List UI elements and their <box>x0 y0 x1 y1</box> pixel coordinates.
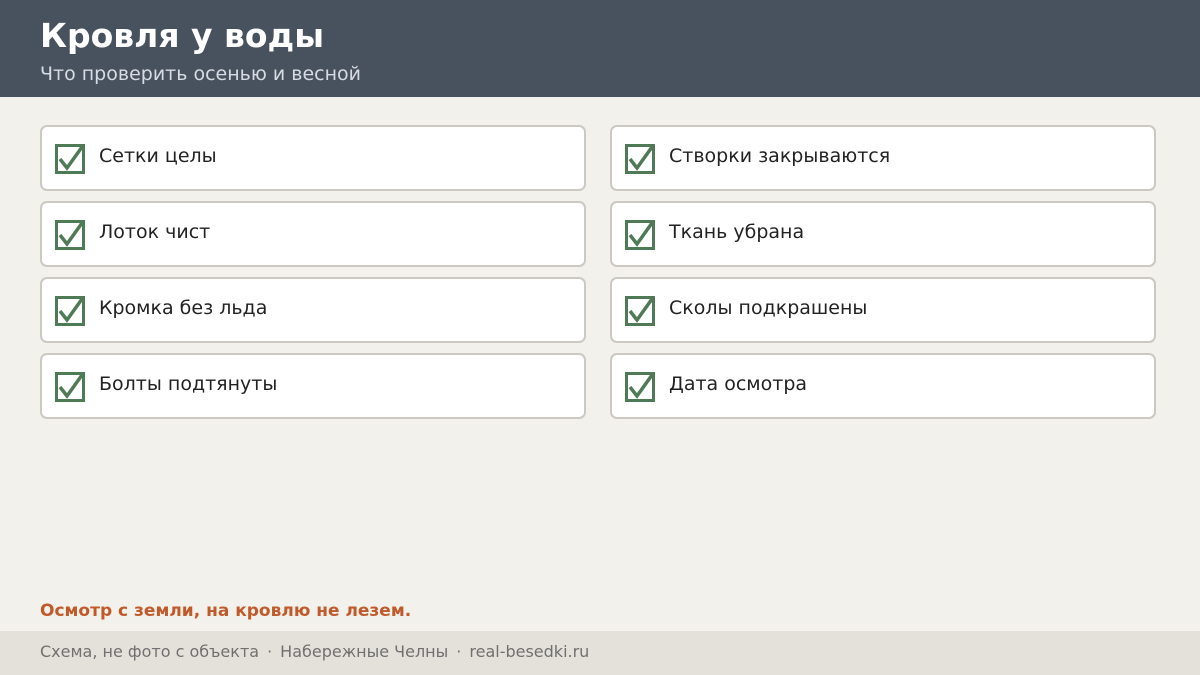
footer-text: Схема, не фото с объекта · Набережные Челн… <box>40 641 589 663</box>
checklist-item[interactable]: Болты подтянуты <box>40 353 586 419</box>
checklist-item[interactable]: Ткань убрана <box>610 201 1156 267</box>
checkbox-checked-icon[interactable] <box>625 296 655 326</box>
checklist-item-label: Болты подтянуты <box>99 373 278 395</box>
checklist-item-label: Кромка без льда <box>99 297 268 319</box>
checklist-item[interactable]: Сетки целы <box>40 125 586 191</box>
footer-separator: · <box>456 642 462 661</box>
checkbox-checked-icon[interactable] <box>55 144 85 174</box>
page-subtitle: Что проверить осенью и весной <box>40 63 361 85</box>
checklist-item[interactable]: Створки закрываются <box>610 125 1156 191</box>
checklist-item[interactable]: Дата осмотра <box>610 353 1156 419</box>
checklist-item[interactable]: Кромка без льда <box>40 277 586 343</box>
checkbox-checked-icon[interactable] <box>625 220 655 250</box>
safety-warning: Осмотр с земли, на кровлю не лезем. <box>40 601 412 621</box>
checklist-item-label: Дата осмотра <box>669 373 808 395</box>
checkbox-checked-icon[interactable] <box>625 372 655 402</box>
footer: Схема, не фото с объекта · Набережные Челн… <box>0 631 1200 675</box>
checklist-item-label: Створки закрываются <box>669 145 891 167</box>
checkbox-checked-icon[interactable] <box>55 372 85 402</box>
checklist-item[interactable]: Лоток чист <box>40 201 586 267</box>
checklist-item-label: Ткань убрана <box>669 221 805 243</box>
page-title: Кровля у воды <box>40 16 325 55</box>
checkbox-checked-icon[interactable] <box>625 144 655 174</box>
checklist-item-label: Сколы подкрашены <box>669 297 868 319</box>
footer-site-link[interactable]: real-besedki.ru <box>469 642 589 661</box>
checkbox-checked-icon[interactable] <box>55 220 85 250</box>
header: Кровля у воды Что проверить осенью и вес… <box>0 0 1200 97</box>
footer-city: Набережные Челны <box>280 642 449 661</box>
checklist-item-label: Сетки целы <box>99 145 217 167</box>
checklist-item-label: Лоток чист <box>99 221 211 243</box>
checkbox-checked-icon[interactable] <box>55 296 85 326</box>
footer-separator: · <box>267 642 273 661</box>
footer-note: Схема, не фото с объекта <box>40 642 260 661</box>
checklist-item[interactable]: Сколы подкрашены <box>610 277 1156 343</box>
checklist-grid: Сетки целы Створки закрываются Лоток чис… <box>40 125 1156 419</box>
